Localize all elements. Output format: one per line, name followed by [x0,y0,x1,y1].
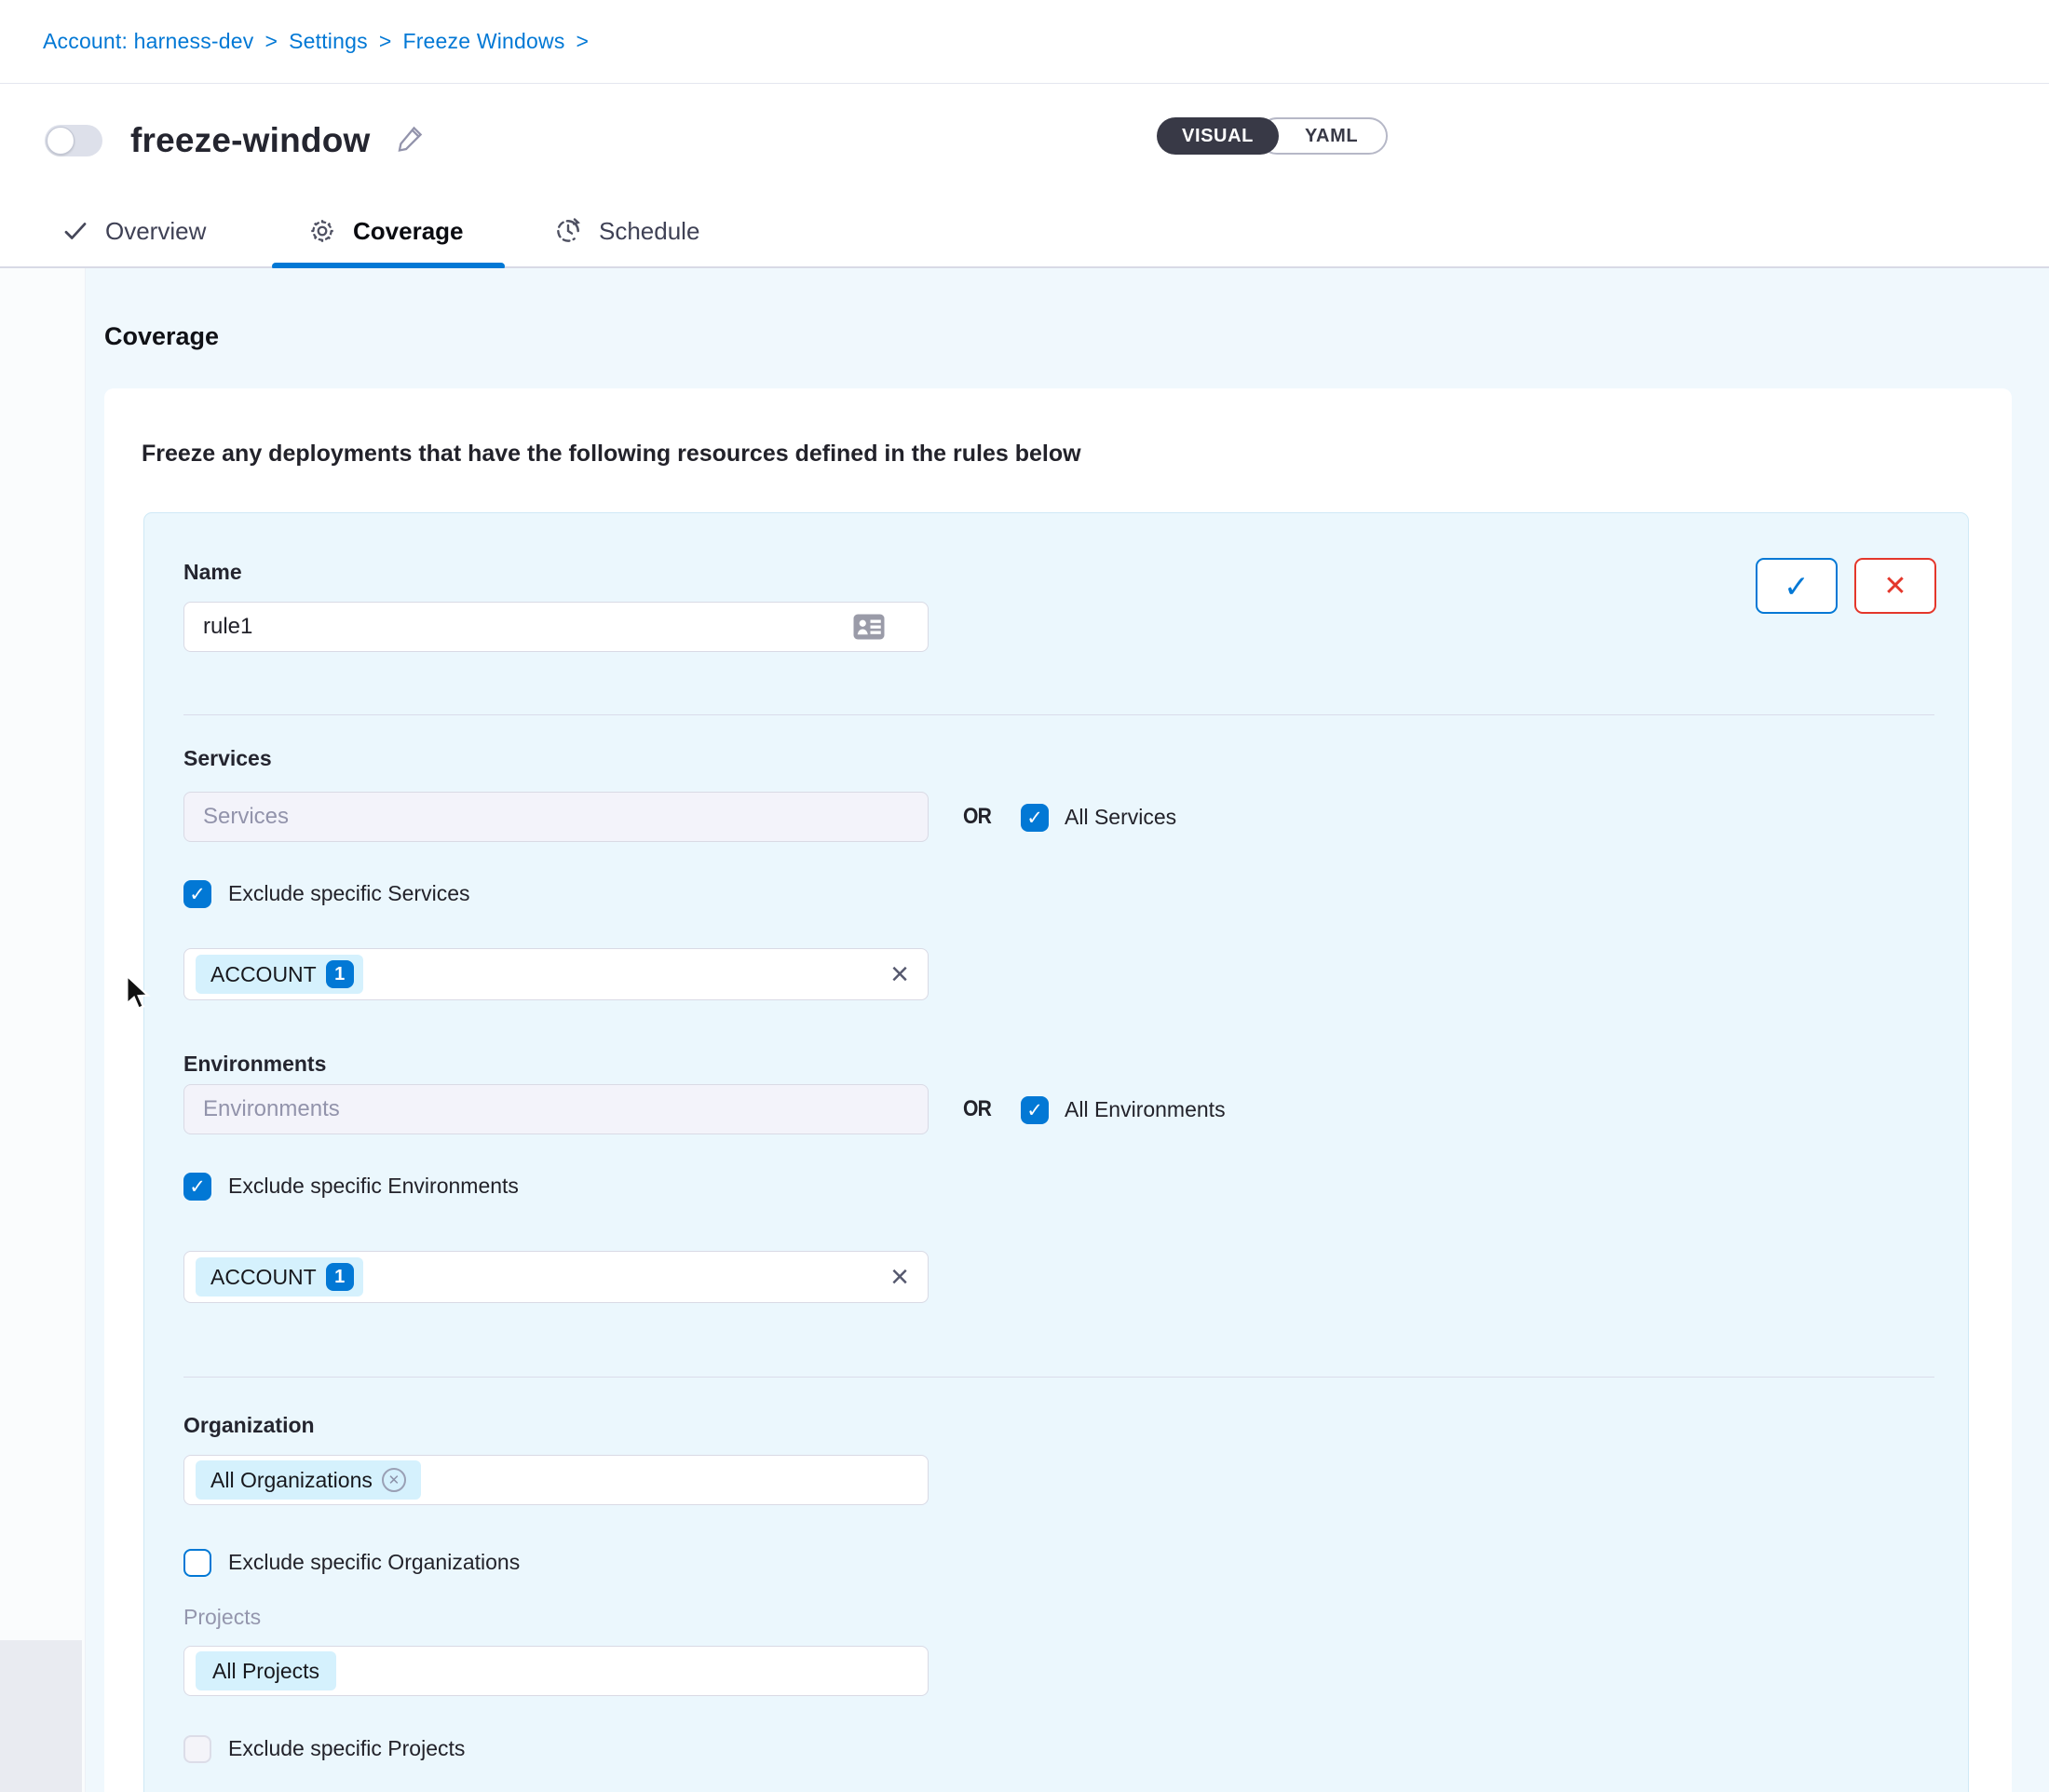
left-rail [0,268,86,1792]
breadcrumb-settings-link[interactable]: Settings [289,29,368,53]
all-environments-checkbox[interactable]: ✓ [1021,1096,1049,1124]
remove-chip-icon[interactable]: ✕ [382,1468,406,1492]
page-title: freeze-window [130,121,371,160]
chip-label: All Organizations [210,1468,373,1493]
services-label: Services [183,746,272,771]
excluded-services-multiselect[interactable]: ACCOUNT 1 × [183,948,929,1000]
cancel-rule-button[interactable]: ✕ [1854,558,1936,614]
apply-rule-button[interactable]: ✓ [1756,558,1838,614]
projects-multiselect[interactable]: All Projects [183,1646,929,1696]
chip-label: All Projects [212,1659,319,1684]
freeze-enable-toggle[interactable] [45,125,102,156]
left-rail-footer [0,1640,82,1792]
chip-label: ACCOUNT [210,962,317,987]
divider [183,714,1934,715]
coverage-heading: Coverage [104,322,219,351]
id-card-icon [852,613,886,645]
breadcrumb-bar: Account: harness-dev > Settings > Freeze Win… [0,0,2049,84]
environments-input[interactable] [183,1084,929,1134]
tab-schedule-label: Schedule [599,217,699,246]
chip-count-badge: 1 [326,1263,354,1291]
edit-pencil-icon[interactable] [395,122,427,158]
tab-overview-label: Overview [105,217,206,246]
clock-retry-icon [553,216,583,246]
organization-multiselect[interactable]: All Organizations ✕ [183,1455,929,1505]
clear-services-icon[interactable]: × [890,958,909,990]
mouse-cursor [119,972,156,1018]
breadcrumb: Account: harness-dev > Settings > Freeze Win… [43,29,600,54]
breadcrumb-separator: > [379,29,392,53]
name-label: Name [183,560,242,585]
rule-name-input[interactable] [183,602,929,652]
all-services-checkbox[interactable]: ✓ [1021,804,1049,832]
all-environments-label: All Environments [1065,1097,1226,1122]
organization-label: Organization [183,1413,315,1438]
or-text: OR [963,804,991,830]
all-projects-chip[interactable]: All Projects [196,1651,336,1690]
exclude-projects-checkbox[interactable] [183,1735,211,1763]
tab-schedule[interactable]: Schedule [553,196,699,266]
tab-bar: Overview Coverage Schedule [0,196,2049,268]
visual-tab-button[interactable]: VISUAL [1157,117,1279,155]
coverage-card: Freeze any deployments that have the fol… [104,388,2012,1792]
excluded-environments-multiselect[interactable]: ACCOUNT 1 × [183,1251,929,1303]
exclude-environments-checkbox[interactable]: ✓ [183,1173,211,1201]
coverage-content: Coverage Freeze any deployments that hav… [0,268,2049,1792]
environments-label: Environments [183,1052,326,1077]
or-text: OR [963,1096,991,1122]
freeze-window-page: Account: harness-dev > Settings > Freeze Win… [0,0,2049,1792]
projects-label: Projects [183,1605,261,1630]
tab-coverage[interactable]: Coverage [307,196,464,266]
breadcrumb-account-link[interactable]: Account: harness-dev [43,29,253,53]
exclude-organizations-checkbox[interactable] [183,1549,211,1577]
check-icon [61,217,89,245]
breadcrumb-separator: > [265,29,278,53]
clear-environments-icon[interactable]: × [890,1261,909,1293]
exclude-organizations-label: Exclude specific Organizations [228,1550,520,1575]
exclude-services-label: Exclude specific Services [228,881,470,906]
exclude-projects-label: Exclude specific Projects [228,1736,465,1761]
exclude-services-checkbox[interactable]: ✓ [183,880,211,908]
chip-label: ACCOUNT [210,1265,317,1290]
divider [183,1377,1934,1378]
gear-icon [307,216,337,246]
page-header: freeze-window [0,85,2049,196]
all-services-label: All Services [1065,805,1176,830]
card-title: Freeze any deployments that have the fol… [142,441,1081,468]
exclude-environments-label: Exclude specific Environments [228,1174,519,1199]
toggle-knob [47,127,75,155]
rule-panel: Name ✓ ✕ Services [143,512,1969,1792]
all-organizations-chip[interactable]: All Organizations ✕ [196,1460,421,1500]
breadcrumb-separator: > [577,29,590,53]
breadcrumb-freeze-windows-link[interactable]: Freeze Windows [402,29,564,53]
tab-coverage-label: Coverage [353,217,464,246]
excluded-services-chip[interactable]: ACCOUNT 1 [196,955,363,994]
chip-count-badge: 1 [326,960,354,988]
visual-yaml-toggle: VISUAL YAML [1157,117,1388,155]
tab-overview[interactable]: Overview [61,196,206,266]
excluded-environments-chip[interactable]: ACCOUNT 1 [196,1257,363,1296]
services-input[interactable] [183,792,929,842]
